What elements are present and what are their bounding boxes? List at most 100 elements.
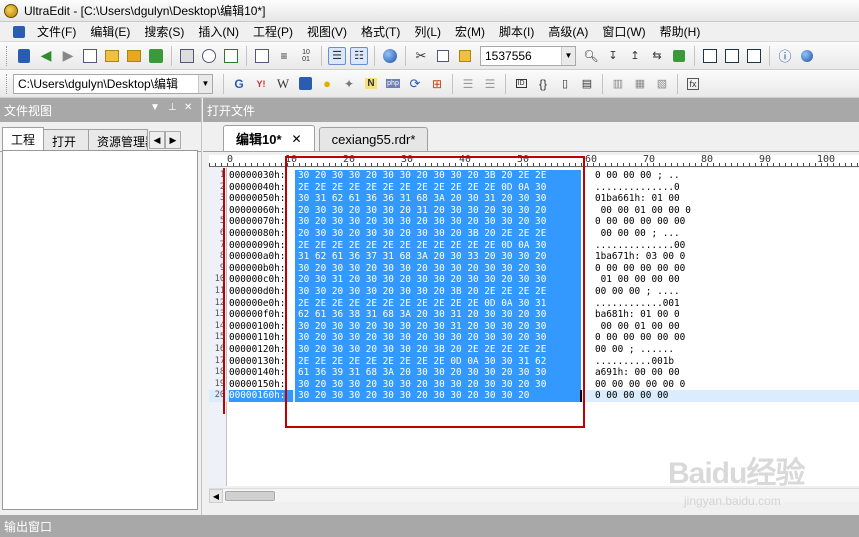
lightbulb-icon[interactable]: ● [318, 75, 336, 93]
outdent-icon[interactable]: ☰ [481, 75, 499, 93]
menu-column[interactable]: 列(L) [407, 22, 448, 42]
pin-icon[interactable]: ⊥ [168, 102, 177, 113]
notepad-icon[interactable]: N [362, 75, 380, 93]
path-combo[interactable]: C:\Users\dgulyn\Desktop\编辑 ▼ [13, 73, 213, 94]
paste-icon[interactable] [456, 47, 474, 65]
id-icon[interactable]: ID [512, 75, 530, 93]
column-mode-icon[interactable]: ☰ [328, 46, 346, 65]
chevron-down-icon[interactable]: ▼ [561, 46, 575, 65]
row-ascii[interactable]: 01ba661h: 01 00 [595, 193, 859, 205]
php-icon[interactable]: php [384, 75, 402, 93]
menu-search[interactable]: 搜索(S) [137, 22, 191, 42]
close-icon[interactable]: ✕ [184, 102, 192, 113]
list-lines-icon[interactable]: ☷ [350, 46, 368, 65]
document-icon[interactable] [253, 47, 271, 65]
braces-icon[interactable]: {} [534, 75, 552, 93]
search-combo[interactable]: 1537556 ▼ [480, 45, 576, 66]
open-recent-icon[interactable] [125, 47, 143, 65]
wikipedia-icon[interactable]: W [274, 75, 292, 93]
wrap-icon[interactable]: ≡ [275, 47, 293, 65]
menu-advanced[interactable]: 高级(A) [541, 22, 595, 42]
row-ascii[interactable]: ..........001b [595, 356, 859, 368]
menu-macro[interactable]: 宏(M) [448, 22, 492, 42]
row-ascii[interactable]: 01 00 00 00 00 [595, 274, 859, 286]
toolbar-grip[interactable] [6, 73, 9, 94]
close-tab-icon[interactable]: ✕ [292, 132, 302, 146]
menu-view[interactable]: 视图(V) [300, 22, 354, 42]
split-horizontal-icon[interactable] [701, 47, 719, 65]
menu-edit[interactable]: 编辑(E) [83, 22, 137, 42]
menu-project[interactable]: 工程(P) [246, 22, 300, 42]
row-ascii[interactable]: 00 00 01 00 00 [595, 321, 859, 333]
cascade-icon[interactable] [745, 47, 763, 65]
find-prev-icon[interactable]: ↥ [626, 47, 644, 65]
copy-icon[interactable] [434, 47, 452, 65]
toolbar-grip[interactable] [6, 45, 9, 66]
row-ascii[interactable]: 00 00 00 ; ... [595, 228, 859, 240]
scroll-left-icon[interactable]: ◀ [209, 489, 223, 503]
function-list-icon[interactable]: fx [684, 75, 702, 93]
menu-window[interactable]: 窗口(W) [595, 22, 652, 42]
back-arrow-icon[interactable]: ◀ [37, 47, 55, 65]
row-ascii[interactable]: ............001 [595, 298, 859, 310]
project-tree[interactable] [2, 150, 198, 510]
chevron-right-icon[interactable]: ▶ [165, 131, 182, 149]
split-vertical-icon[interactable] [723, 47, 741, 65]
block-icon[interactable]: ▯ [556, 75, 574, 93]
tab-explorer[interactable]: 资源管理器 [88, 129, 149, 151]
row-ascii[interactable]: 0 00 00 00 00 00 [595, 216, 859, 228]
row-ascii[interactable]: 00 00 ; ...... [595, 344, 859, 356]
menu-help[interactable]: 帮助(H) [653, 22, 708, 42]
find-icon[interactable]: 🔍︎ [582, 47, 600, 65]
row-ascii[interactable]: ..............00 [595, 240, 859, 252]
chevron-left-icon[interactable]: ◀ [149, 131, 166, 149]
chevron-down-icon[interactable]: ▼ [198, 74, 212, 93]
row-ascii[interactable]: 00 00 00 ; .... [595, 286, 859, 298]
row-ascii[interactable]: 0 00 00 00 00 [595, 390, 859, 402]
row-ascii[interactable]: a691h: 00 00 00 [595, 367, 859, 379]
windows-icon[interactable]: ⊞ [428, 75, 446, 93]
find-in-files-icon[interactable] [670, 47, 688, 65]
row-ascii[interactable]: 00 00 01 00 00 0 [595, 205, 859, 217]
menu-file[interactable]: 文件(F) [30, 22, 83, 42]
row-ascii[interactable]: 0 00 00 00 00 00 [595, 263, 859, 275]
forward-arrow-icon[interactable]: ▶ [59, 47, 77, 65]
new-file-icon[interactable] [81, 47, 99, 65]
info-icon[interactable]: ⓘ [776, 47, 794, 65]
tab-open[interactable]: 打开 [43, 129, 90, 151]
row-ascii[interactable]: 1ba671h: 03 00 0 [595, 251, 859, 263]
msdn-icon[interactable] [296, 75, 314, 93]
indent-icon[interactable]: ☰ [459, 75, 477, 93]
lineup-icon[interactable] [15, 47, 33, 65]
tools-icon[interactable]: ✦ [340, 75, 358, 93]
replace-icon[interactable]: ⇆ [648, 47, 666, 65]
document-tab-active[interactable]: 编辑10* ✕ [223, 125, 315, 151]
row-ascii[interactable]: 00 00 00 00 00 0 [595, 379, 859, 391]
row-ascii[interactable]: 0 00 00 00 ; .. [595, 170, 859, 182]
document-tab[interactable]: cexiang55.rdr* [318, 127, 429, 151]
print-icon[interactable] [178, 47, 196, 65]
row-ascii[interactable]: 0 00 00 00 00 00 [595, 332, 859, 344]
scrollbar-thumb[interactable] [225, 491, 275, 501]
help-icon[interactable] [798, 47, 816, 65]
save-icon[interactable] [147, 47, 165, 65]
ftp-icon[interactable]: ▦ [631, 75, 649, 93]
hex-mode-icon[interactable]: 10 01 [297, 47, 315, 65]
yahoo-icon[interactable]: Y! [252, 75, 270, 93]
browser-globe-icon[interactable] [381, 47, 399, 65]
menu-script[interactable]: 脚本(I) [492, 22, 541, 42]
tab-project[interactable]: 工程 [2, 127, 45, 151]
menu-format[interactable]: 格式(T) [354, 22, 407, 42]
panel-menu-icon[interactable]: ▼ [150, 102, 160, 113]
open-folder-icon[interactable] [103, 47, 121, 65]
sync-icon[interactable]: ⟳ [406, 75, 424, 93]
google-icon[interactable]: G [230, 75, 248, 93]
print-preview-icon[interactable] [200, 47, 218, 65]
row-ascii[interactable]: ..............0 [595, 182, 859, 194]
compare-icon[interactable]: ▥ [609, 75, 627, 93]
cut-icon[interactable]: ✂ [412, 47, 430, 65]
row-ascii[interactable]: ba681h: 01 00 0 [595, 309, 859, 321]
find-next-icon[interactable]: ↧ [604, 47, 622, 65]
app-menu-icon[interactable] [10, 23, 28, 41]
export-icon[interactable] [222, 47, 240, 65]
